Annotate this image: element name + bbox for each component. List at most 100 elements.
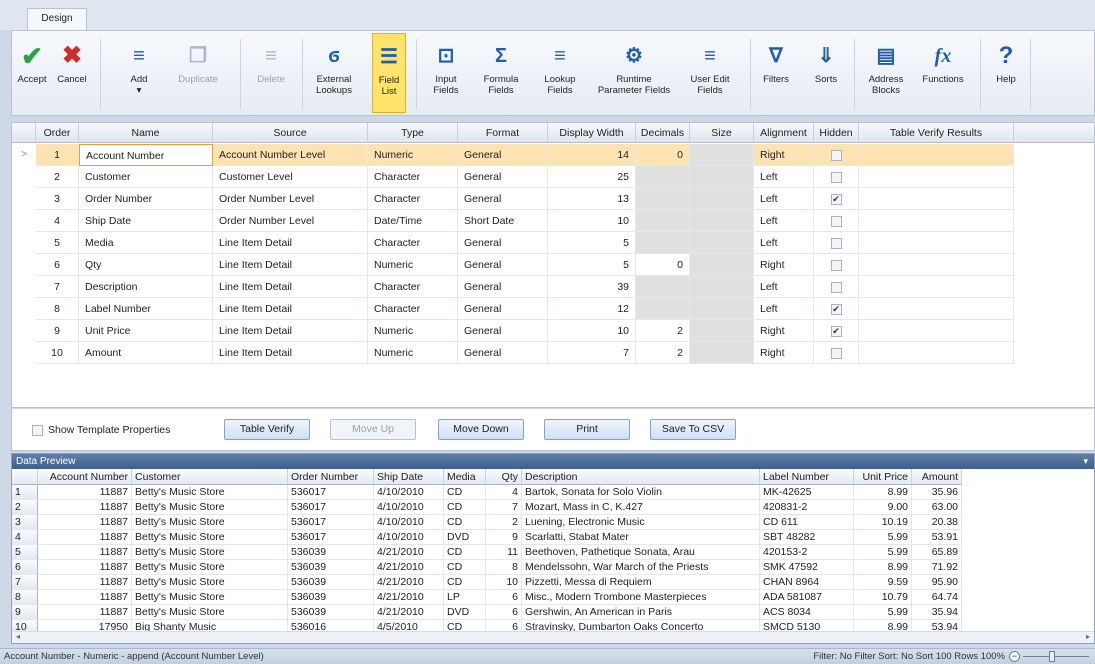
field-list-button[interactable]: ☰ Field List xyxy=(372,33,406,113)
column-header-alignment[interactable]: Alignment xyxy=(754,123,814,143)
cell-hidden[interactable]: ✔ xyxy=(814,188,859,210)
cell-order[interactable]: 4 xyxy=(36,210,79,232)
table-row[interactable]: 5 Media Line Item Detail Character General 5 L… xyxy=(12,232,1094,254)
move-up-button[interactable]: Move Up xyxy=(330,419,416,440)
cell-decimals[interactable]: 0 xyxy=(636,144,690,166)
cell-format[interactable]: General xyxy=(458,342,548,364)
checkbox-icon[interactable] xyxy=(830,259,842,271)
cell-table-verify-results[interactable] xyxy=(859,210,1014,232)
cell-name[interactable]: Order Number xyxy=(79,188,213,210)
lookup-fields-button[interactable]: ≡ Lookup Fields xyxy=(538,33,582,113)
cell-size[interactable] xyxy=(690,298,754,320)
cell-type[interactable]: Numeric xyxy=(368,254,458,276)
cell-format[interactable]: General xyxy=(458,276,548,298)
cell-type[interactable]: Numeric xyxy=(368,144,458,166)
cell-size[interactable] xyxy=(690,232,754,254)
cell-type[interactable]: Character xyxy=(368,298,458,320)
cell-alignment[interactable]: Right xyxy=(754,254,814,276)
preview-header-amount[interactable]: Amount xyxy=(912,469,962,485)
cancel-button[interactable]: ✖ Cancel xyxy=(50,33,94,113)
cell-order[interactable]: 2 xyxy=(36,166,79,188)
cell-alignment[interactable]: Left xyxy=(754,188,814,210)
cell-name[interactable]: Customer xyxy=(79,166,213,188)
zoom-out-icon[interactable]: − xyxy=(1009,651,1020,662)
cell-type[interactable]: Character xyxy=(368,166,458,188)
preview-header-label-number[interactable]: Label Number xyxy=(760,469,854,485)
table-row[interactable]: 3 Order Number Order Number Level Character… xyxy=(12,188,1094,210)
cell-order[interactable]: 7 xyxy=(36,276,79,298)
checkbox-icon[interactable] xyxy=(830,237,842,249)
preview-header-unit-price[interactable]: Unit Price xyxy=(854,469,912,485)
cell-decimals[interactable] xyxy=(636,210,690,232)
table-row[interactable]: 4 Ship Date Order Number Level Date/Time Sho… xyxy=(12,210,1094,232)
cell-source[interactable]: Account Number Level xyxy=(213,144,368,166)
zoom-thumb[interactable] xyxy=(1049,651,1055,662)
cell-decimals[interactable] xyxy=(636,298,690,320)
cell-format[interactable]: General xyxy=(458,298,548,320)
cell-display-width[interactable]: 10 xyxy=(548,210,636,232)
delete-button[interactable]: ≡ Delete xyxy=(246,33,296,113)
input-fields-button[interactable]: ⊡ Input Fields xyxy=(426,33,466,113)
cell-display-width[interactable]: 5 xyxy=(548,254,636,276)
cell-type[interactable]: Numeric xyxy=(368,342,458,364)
table-row[interactable]: 2 Customer Customer Level Character General 2… xyxy=(12,166,1094,188)
cell-type[interactable]: Date/Time xyxy=(368,210,458,232)
cell-name[interactable]: Description xyxy=(79,276,213,298)
table-row[interactable]: >1 Account Number Account Number Level Nume… xyxy=(12,144,1094,166)
checkbox-icon[interactable] xyxy=(830,215,842,227)
checkbox-icon[interactable] xyxy=(32,424,43,436)
cell-size[interactable] xyxy=(690,342,754,364)
cell-hidden[interactable]: ✔ xyxy=(814,320,859,342)
cell-decimals[interactable]: 2 xyxy=(636,320,690,342)
cell-source[interactable]: Line Item Detail xyxy=(213,342,368,364)
cell-alignment[interactable]: Right xyxy=(754,144,814,166)
scroll-right-icon[interactable]: ▸ xyxy=(1086,632,1090,641)
cell-table-verify-results[interactable] xyxy=(859,232,1014,254)
cell-name[interactable]: Label Number xyxy=(79,298,213,320)
cell-name[interactable]: Ship Date xyxy=(79,210,213,232)
pin-icon[interactable]: ▾ xyxy=(1083,454,1088,469)
cell-order[interactable]: 3 xyxy=(36,188,79,210)
cell-alignment[interactable]: Left xyxy=(754,166,814,188)
column-header-size[interactable]: Size xyxy=(690,123,754,143)
functions-button[interactable]: fx Functions xyxy=(918,33,968,113)
save-to-csv-button[interactable]: Save To CSV xyxy=(650,419,736,440)
table-row[interactable]: 9 Unit Price Line Item Detail Numeric Genera… xyxy=(12,320,1094,342)
table-verify-button[interactable]: Table Verify xyxy=(224,419,310,440)
cell-source[interactable]: Line Item Detail xyxy=(213,254,368,276)
column-header-name[interactable]: Name xyxy=(79,123,213,143)
cell-type[interactable]: Character xyxy=(368,188,458,210)
tab-design[interactable]: Design xyxy=(27,8,87,31)
cell-decimals[interactable] xyxy=(636,276,690,298)
cell-source[interactable]: Line Item Detail xyxy=(213,232,368,254)
preview-header-ship-date[interactable]: Ship Date xyxy=(374,469,444,485)
cell-name[interactable]: Account Number xyxy=(79,144,213,166)
cell-hidden[interactable] xyxy=(814,210,859,232)
cell-hidden[interactable] xyxy=(814,254,859,276)
cell-order[interactable]: 10 xyxy=(36,342,79,364)
cell-format[interactable]: General xyxy=(458,166,548,188)
cell-size[interactable] xyxy=(690,188,754,210)
formula-fields-button[interactable]: Σ Formula Fields xyxy=(476,33,526,113)
cell-source[interactable]: Order Number Level xyxy=(213,210,368,232)
column-header-decimals[interactable]: Decimals xyxy=(636,123,690,143)
preview-header-qty[interactable]: Qty xyxy=(486,469,522,485)
column-header-format[interactable]: Format xyxy=(458,123,548,143)
cell-table-verify-results[interactable] xyxy=(859,188,1014,210)
cell-format[interactable]: General xyxy=(458,144,548,166)
cell-type[interactable]: Character xyxy=(368,276,458,298)
cell-display-width[interactable]: 14 xyxy=(548,144,636,166)
cell-order[interactable]: 6 xyxy=(36,254,79,276)
move-down-button[interactable]: Move Down xyxy=(438,419,524,440)
cell-order[interactable]: 9 xyxy=(36,320,79,342)
cell-format[interactable]: General xyxy=(458,188,548,210)
cell-decimals[interactable] xyxy=(636,232,690,254)
checked-checkbox-icon[interactable]: ✔ xyxy=(830,303,842,315)
cell-alignment[interactable]: Left xyxy=(754,276,814,298)
column-header-hidden[interactable]: Hidden xyxy=(814,123,859,143)
checked-checkbox-icon[interactable]: ✔ xyxy=(830,325,842,337)
cell-hidden[interactable] xyxy=(814,166,859,188)
checkbox-icon[interactable] xyxy=(830,281,842,293)
cell-decimals[interactable]: 0 xyxy=(636,254,690,276)
cell-source[interactable]: Line Item Detail xyxy=(213,276,368,298)
